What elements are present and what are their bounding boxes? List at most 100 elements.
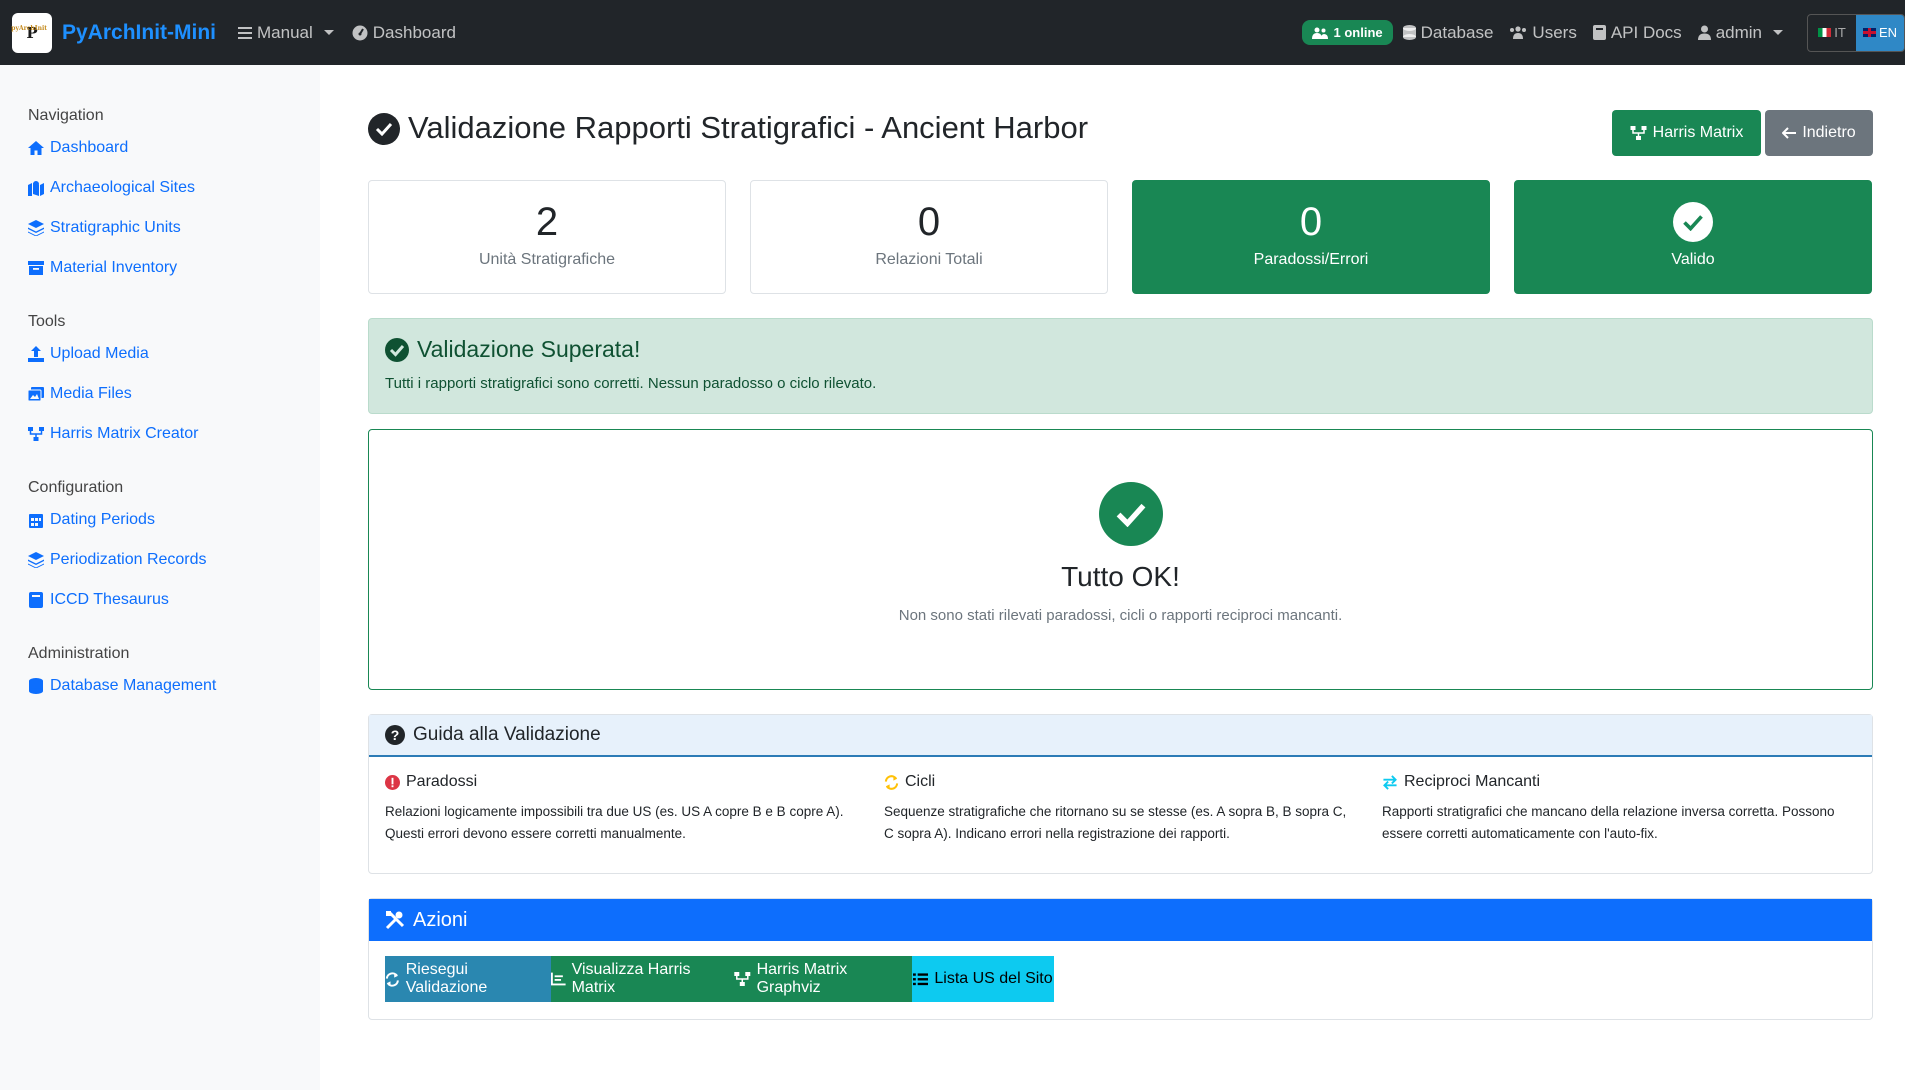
layer-group-icon (28, 552, 44, 568)
sitemap-icon (734, 972, 751, 986)
brand[interactable]: P pyArchInit PyArchInit-Mini (11, 12, 216, 53)
ok-title: Tutto OK! (1061, 561, 1180, 592)
users-icon (1311, 27, 1328, 39)
stat-value: 0 (917, 200, 941, 244)
harris-matrix-graphviz-button[interactable]: Harris Matrix Graphviz (734, 956, 912, 1002)
guide-col-title: Reciproci Mancanti (1404, 773, 1541, 790)
admin-label: admin (1715, 22, 1762, 42)
user-icon (1697, 25, 1711, 40)
manual-dropdown[interactable]: Manual (238, 23, 334, 43)
home-icon (28, 141, 44, 155)
manual-label: Manual (257, 22, 313, 42)
users-icon (1510, 26, 1527, 39)
sidebar-item-media-files[interactable]: Media Files (28, 385, 132, 403)
stat-card-relations: 0 Relazioni Totali (750, 180, 1108, 294)
alert-text: Tutti i rapporti stratigrafici sono corr… (385, 375, 877, 392)
lang-it-button[interactable]: IT (1808, 15, 1856, 51)
stat-value: 0 (1299, 200, 1323, 244)
user-menu-dropdown[interactable]: admin (1697, 22, 1783, 43)
sidebar-item-archaeological-sites[interactable]: Archaeological Sites (28, 179, 195, 197)
sidebar-item-label: Archaeological Sites (50, 179, 195, 196)
sitemap-icon (1630, 126, 1647, 140)
stat-label: Valido (1671, 251, 1715, 268)
sidebar-item-dating-periods[interactable]: Dating Periods (28, 511, 155, 529)
nav-api-docs[interactable]: API Docs (1592, 22, 1682, 43)
top-navbar: P pyArchInit PyArchInit-Mini Manual Dash… (0, 0, 1905, 65)
check-circle-icon (1099, 482, 1163, 546)
sitemap-icon (28, 427, 44, 441)
sidebar-item-upload-media[interactable]: Upload Media (28, 345, 149, 363)
all-ok-card: Tutto OK! Non sono stati rilevati parado… (368, 429, 1873, 690)
sidebar-item-harris-matrix-creator[interactable]: Harris Matrix Creator (28, 425, 198, 443)
stat-card-valid: Valido (1514, 180, 1872, 294)
database-icon (1402, 25, 1416, 40)
back-button-label: Indietro (1802, 124, 1856, 141)
action-button-label: Riesegui Validazione (405, 961, 488, 996)
uk-flag-icon (1862, 28, 1876, 37)
stat-label: Paradossi/Errori (1253, 251, 1369, 268)
harris-matrix-button-label: Harris Matrix (1652, 124, 1744, 141)
sidebar-item-label: Dashboard (50, 139, 129, 156)
rerun-validation-button[interactable]: Riesegui Validazione (385, 956, 551, 1002)
chart-icon (551, 972, 566, 986)
sidebar-item-material-inventory[interactable]: Material Inventory (28, 259, 177, 277)
nav-database[interactable]: Database (1402, 23, 1493, 43)
action-button-label: Harris Matrix Graphviz (756, 961, 848, 996)
brand-name[interactable]: PyArchInit-Mini (62, 21, 216, 45)
ok-text: Non sono stati rilevati paradossi, cicli… (898, 607, 1343, 624)
sidebar-section-administration: Administration (28, 645, 130, 662)
exclamation-circle-icon (385, 774, 400, 790)
list-site-units-button[interactable]: Lista US del Sito (912, 956, 1054, 1002)
sidebar-item-stratigraphic-units[interactable]: Stratigraphic Units (28, 219, 181, 237)
brand-logo-small-text: pyArchInit (11, 24, 47, 32)
guide-col-text: Rapporti stratigrafici che mancano della… (1382, 804, 1835, 841)
book-icon (29, 592, 43, 608)
actions-title: Azioni (413, 908, 468, 931)
guide-missing-reciprocals: Reciproci Mancanti Rapporti stratigrafic… (1382, 773, 1852, 845)
guide-cycles: Cicli Sequenze stratigrafiche che ritorn… (884, 773, 1354, 845)
archive-box-icon (28, 261, 44, 275)
sync-icon (385, 971, 399, 987)
question-circle-icon: ? (385, 725, 405, 745)
online-count: 1 online (1333, 25, 1383, 40)
sidebar-item-periodization-records[interactable]: Periodization Records (28, 551, 207, 569)
sidebar-item-label: Database Management (50, 677, 217, 694)
action-button-label: Lista US del Sito (934, 970, 1053, 987)
stat-value: 2 (535, 200, 559, 244)
nav-dashboard[interactable]: Dashboard (352, 23, 456, 43)
dashboard-label: Dashboard (372, 22, 456, 42)
sidebar-item-iccd-thesaurus[interactable]: ICCD Thesaurus (28, 591, 169, 609)
stat-label: Unità Stratigrafiche (478, 251, 616, 268)
svg-text:?: ? (391, 727, 400, 743)
sidebar-section-navigation: Navigation (28, 107, 104, 124)
back-button[interactable]: Indietro (1765, 110, 1873, 156)
sidebar-item-label: Stratigraphic Units (50, 219, 181, 236)
sync-icon (884, 774, 899, 790)
brand-logo: P pyArchInit (11, 12, 52, 53)
api-docs-label: API Docs (1610, 22, 1682, 42)
nav-users[interactable]: Users (1509, 23, 1577, 43)
sidebar-item-label: Material Inventory (50, 259, 178, 276)
sidebar-item-database-management[interactable]: Database Management (28, 677, 216, 695)
guide-title: Guida alla Validazione (413, 724, 601, 745)
check-circle-icon (385, 337, 409, 362)
check-circle-icon (1673, 202, 1713, 242)
alert-title: Validazione Superata! (417, 336, 641, 362)
guide-paradoxes: Paradossi Relazioni logicamente impossib… (385, 773, 855, 845)
action-button-label: Visualizza Harris Matrix (571, 961, 691, 996)
list-icon (913, 972, 929, 985)
stat-card-paradoxes: 0 Paradossi/Errori (1132, 180, 1490, 294)
main-content: Validazione Rapporti Stratigrafici - Anc… (320, 65, 1905, 1090)
lang-en-button[interactable]: EN (1856, 14, 1904, 51)
sidebar-item-dashboard[interactable]: Dashboard (28, 139, 128, 157)
sidebar-item-label: Media Files (50, 385, 132, 402)
actions-card: Azioni Riesegui Validazione Visualizza H… (368, 898, 1873, 1020)
chevron-down-icon (1773, 30, 1783, 35)
sidebar: Navigation Dashboard Archaeological Site… (0, 65, 320, 1090)
lang-it-label: IT (1834, 25, 1846, 40)
list-icon (238, 26, 253, 39)
sidebar-item-label: Upload Media (50, 345, 149, 362)
harris-matrix-button[interactable]: Harris Matrix (1612, 110, 1761, 156)
view-harris-matrix-button[interactable]: Visualizza Harris Matrix (551, 956, 734, 1002)
guide-col-text: Relazioni logicamente impossibili tra du… (385, 804, 844, 841)
